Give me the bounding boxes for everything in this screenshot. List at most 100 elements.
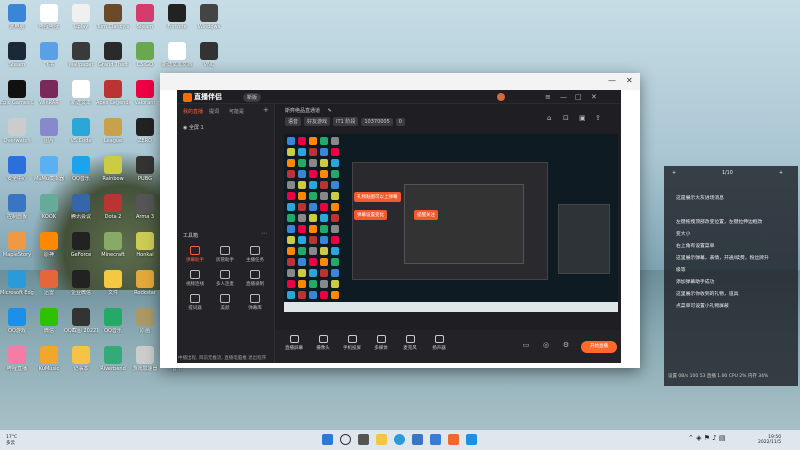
tool-button[interactable]: 弹幕库 bbox=[243, 294, 267, 311]
desktop-icon[interactable]: Microsoft Edge bbox=[0, 270, 34, 296]
record-icon[interactable]: ◎ bbox=[535, 341, 557, 349]
minimize-icon[interactable]: — bbox=[560, 93, 567, 101]
more-icon[interactable]: ⋯ bbox=[261, 230, 267, 237]
task-view-icon[interactable] bbox=[358, 434, 369, 445]
stream-chip[interactable]: IT1 阶段 bbox=[333, 117, 359, 126]
desktop-icon[interactable]: 微信 bbox=[32, 308, 66, 334]
start-icon[interactable] bbox=[322, 434, 333, 445]
tab-other[interactable]: 可能是 bbox=[229, 108, 244, 115]
tool-button[interactable]: 弹幕助手 bbox=[183, 246, 207, 263]
stream-chip[interactable]: 好友游戏 bbox=[304, 117, 331, 126]
desktop-icon[interactable]: CS:GO bbox=[128, 42, 162, 68]
start-live-button[interactable]: 开始直播 bbox=[581, 341, 617, 353]
desktop-icon[interactable]: Epic Games Launcher bbox=[0, 80, 34, 106]
avatar[interactable] bbox=[497, 93, 505, 101]
desktop-icon[interactable]: 记事本 bbox=[64, 346, 98, 372]
desktop-icon[interactable]: 哔哩哔哩 bbox=[32, 4, 66, 30]
desktop-icon[interactable]: Overwatch bbox=[0, 118, 34, 144]
desktop-icon[interactable]: QQ音乐 bbox=[96, 308, 130, 334]
desktop-icon[interactable]: 新建文本文档 bbox=[160, 42, 194, 68]
edge-icon[interactable] bbox=[394, 434, 405, 445]
desktop-icon[interactable]: MapleStory bbox=[0, 232, 34, 258]
desktop-icon[interactable]: Steam bbox=[0, 42, 34, 68]
desktop-icon[interactable]: 控制面板 bbox=[0, 194, 34, 220]
search-icon[interactable] bbox=[340, 434, 351, 445]
add-scene-icon[interactable]: + bbox=[263, 106, 269, 114]
desktop-icon[interactable]: WinRAR bbox=[32, 80, 66, 106]
window-titlebar[interactable]: — ✕ bbox=[160, 73, 640, 90]
share-icon[interactable]: ⇪ bbox=[595, 114, 601, 122]
settings-icon[interactable]: ▭ bbox=[515, 341, 537, 349]
store-icon[interactable] bbox=[412, 434, 423, 445]
stream-chip[interactable]: 0 bbox=[395, 118, 405, 126]
desktop-icon[interactable]: QQ音乐 bbox=[64, 156, 98, 182]
desktop-icon[interactable]: 迅雷 bbox=[32, 270, 66, 296]
tab-prompt[interactable]: 提词 bbox=[209, 108, 219, 115]
desktop-icon[interactable]: Arma 3 bbox=[128, 194, 162, 220]
screen-icon[interactable]: ▣ bbox=[579, 114, 586, 122]
chat-header-left[interactable]: + bbox=[672, 171, 676, 176]
desktop-icon[interactable]: Valorant bbox=[128, 80, 162, 106]
desktop-icon[interactable]: Rockstar bbox=[128, 270, 162, 296]
desktop-icon[interactable]: QQ游戏 bbox=[0, 308, 34, 334]
desktop-icon[interactable]: Fortnite bbox=[160, 4, 194, 30]
live-preview[interactable]: 礼物贴图可以上弹幕 弹幕设置变化 提醒关注 bbox=[284, 134, 618, 312]
desktop-icon[interactable]: 原画 bbox=[128, 308, 162, 334]
tool-button[interactable]: 主播任务 bbox=[243, 246, 267, 263]
desktop-icon[interactable]: GeForce bbox=[64, 232, 98, 258]
desktop-icon[interactable]: Apex Legends bbox=[96, 80, 130, 106]
source-button[interactable]: 扬声器 bbox=[428, 335, 450, 351]
menu-icon[interactable]: ≡ bbox=[545, 93, 551, 101]
desktop-icon[interactable]: PUBG bbox=[128, 156, 162, 182]
desktop-icon[interactable]: 新建文本 bbox=[64, 80, 98, 106]
source-button[interactable]: 摄像头 bbox=[312, 335, 334, 351]
source-button[interactable]: 麦克风 bbox=[399, 335, 421, 351]
tray-icons[interactable]: ⌃ ◈ ⚑ ♪ ▤ bbox=[688, 434, 726, 442]
desktop-icon[interactable]: 安全中心 bbox=[0, 156, 34, 182]
desktop-icon[interactable]: Steam bbox=[128, 4, 162, 30]
desktop-icon[interactable]: 哔哩直播 bbox=[0, 346, 34, 372]
edit-icon[interactable]: ✎ bbox=[328, 108, 332, 114]
tool-button[interactable]: 视频连线 bbox=[183, 270, 207, 287]
weather-widget[interactable]: 17°C 多云 bbox=[6, 435, 17, 446]
desktop-icon[interactable]: Wallpaper bbox=[64, 42, 98, 68]
mail-icon[interactable] bbox=[430, 434, 441, 445]
desktop-icon[interactable]: Riverbend bbox=[96, 346, 130, 372]
chat-app-icon[interactable] bbox=[466, 434, 477, 445]
desktop-icon[interactable]: KOOK bbox=[32, 194, 66, 220]
eye-icon[interactable]: ◉ bbox=[183, 125, 187, 131]
file-explorer-icon[interactable] bbox=[376, 434, 387, 445]
stream-chip[interactable]: 语音 bbox=[285, 117, 302, 126]
tool-button[interactable]: 直播录制 bbox=[243, 270, 267, 287]
source-button[interactable]: 直播屏幕 bbox=[283, 335, 305, 351]
desktop-icon[interactable]: 文件 bbox=[96, 270, 130, 296]
desktop-icon[interactable]: Dota 2 bbox=[96, 194, 130, 220]
desktop-icon[interactable]: VS Code bbox=[64, 118, 98, 144]
close-icon[interactable]: ✕ bbox=[626, 76, 633, 85]
desktop-icon[interactable]: 游戏加速器 bbox=[128, 346, 162, 372]
desktop-icon[interactable]: Honkai bbox=[128, 232, 162, 258]
stream-title[interactable]: 斯弈绝品直通道 bbox=[285, 108, 320, 114]
source-button[interactable]: 手机投屏 bbox=[341, 335, 363, 351]
tab-my-live[interactable]: 我的直播 bbox=[183, 108, 203, 115]
tool-button[interactable]: 美颜 bbox=[213, 294, 237, 311]
gift-icon[interactable]: ⌂ bbox=[547, 114, 551, 122]
close-icon[interactable]: ✕ bbox=[591, 93, 597, 101]
clock[interactable]: 19:50 2022/11/5 bbox=[758, 435, 781, 445]
desktop-icon[interactable]: Rainbow bbox=[96, 156, 130, 182]
gear-icon[interactable]: ⚙ bbox=[555, 341, 577, 349]
desktop-icon[interactable]: 腾讯会议 bbox=[64, 194, 98, 220]
scene-item[interactable]: ◉ 全屏 1 bbox=[183, 124, 204, 131]
maximize-icon[interactable]: □ bbox=[575, 93, 582, 101]
live-companion-icon[interactable] bbox=[448, 434, 459, 445]
desktop-icon[interactable]: Uplay bbox=[64, 4, 98, 30]
danmaku-panel[interactable]: + 1/10 + 这是展示大灰进场消息 左键拖拽顶部改变位置，左键拉伸边框改 变大小… bbox=[664, 166, 798, 386]
stream-chip[interactable]: 10370005 bbox=[361, 118, 393, 126]
desktop-icon[interactable]: Tom Clancy's bbox=[96, 4, 130, 30]
desktop-icon[interactable]: VNC bbox=[192, 42, 226, 68]
desktop-icon[interactable]: Grand Theft bbox=[96, 42, 130, 68]
lock-icon[interactable]: ⊡ bbox=[563, 114, 569, 122]
tool-button[interactable]: 房管助手 bbox=[213, 246, 237, 263]
desktop-icon[interactable]: 图片 bbox=[32, 118, 66, 144]
desktop-icon[interactable]: ZERO bbox=[128, 118, 162, 144]
